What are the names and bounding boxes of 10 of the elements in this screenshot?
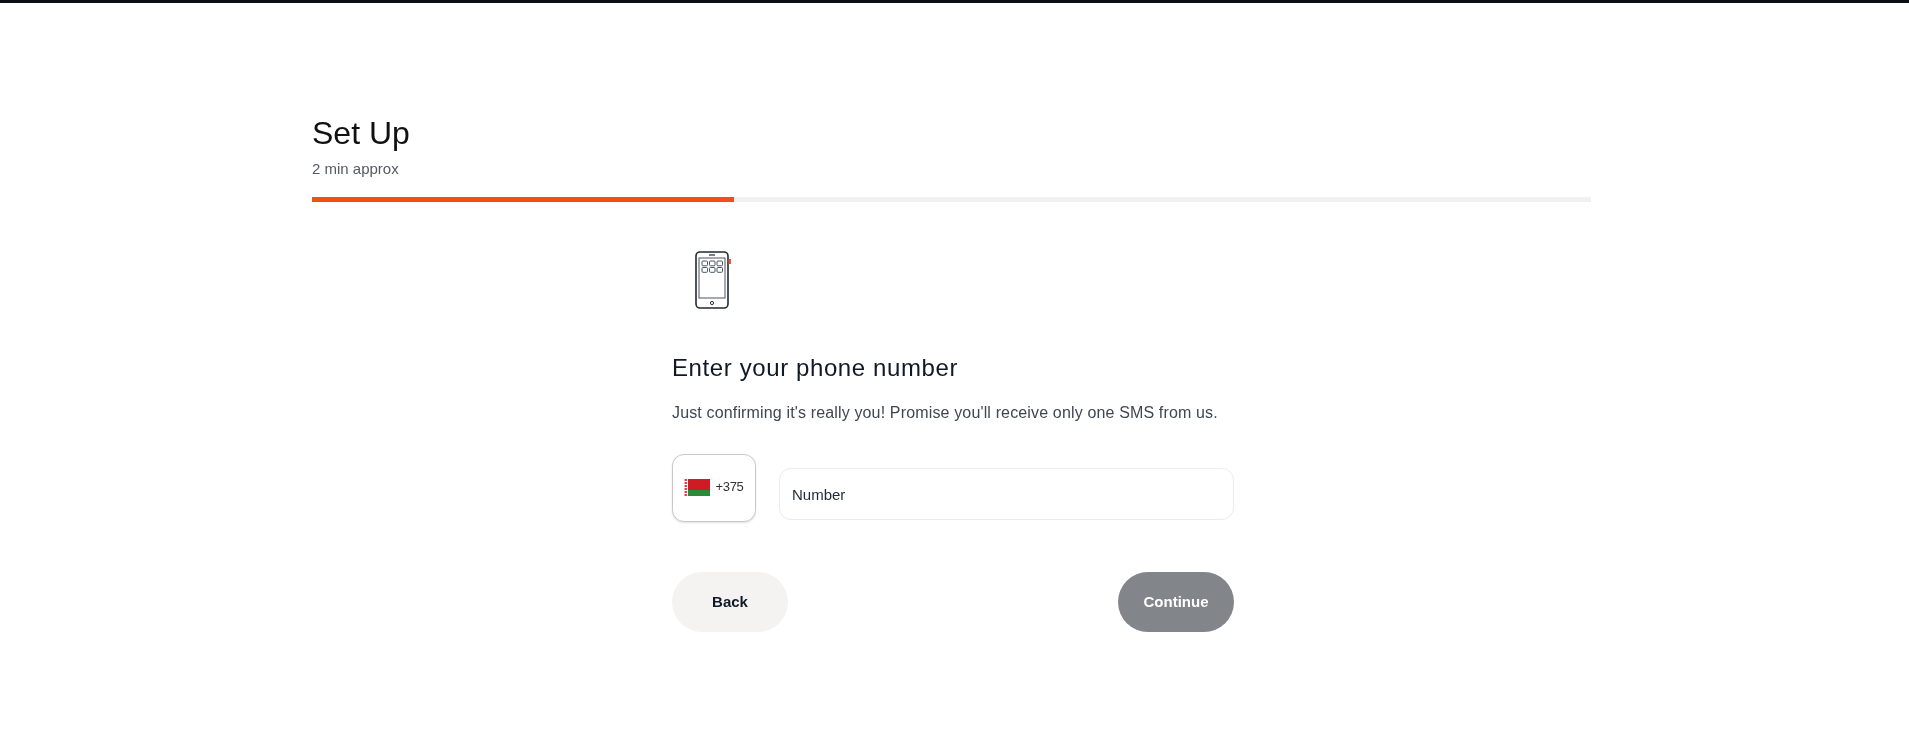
step-heading: Enter your phone number <box>672 353 958 383</box>
flag-icon <box>684 478 711 496</box>
back-button[interactable]: Back <box>672 572 788 632</box>
time-estimate: 2 min approx <box>312 159 399 179</box>
country-code: +375 <box>715 478 744 497</box>
page-title: Set Up <box>312 114 410 152</box>
smartphone-icon <box>695 251 732 309</box>
phone-number-field[interactable]: Number <box>779 468 1234 520</box>
country-code-picker[interactable]: +375 <box>672 454 756 522</box>
step-description: Just confirming it's really you! Promise you'll receive only one SMS from us. <box>672 403 1218 423</box>
